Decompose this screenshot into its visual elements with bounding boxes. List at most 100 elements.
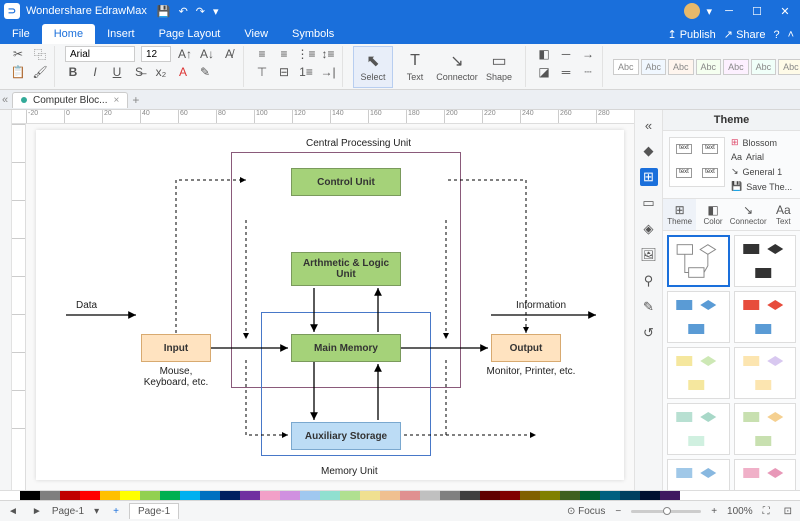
menu-file[interactable]: File (0, 24, 42, 44)
page-tab[interactable]: Page-1 (129, 503, 179, 519)
clear-format-icon[interactable]: A̸ (221, 46, 237, 62)
menu-symbols[interactable]: Symbols (280, 24, 346, 44)
highlight-icon[interactable]: ✎ (197, 64, 213, 80)
sidetool-format-icon[interactable]: ◆ (640, 142, 658, 160)
canvas-area[interactable]: -200204060801001201401601802002202402602… (12, 110, 634, 490)
subtab-text[interactable]: AaText (767, 199, 800, 230)
theme-item[interactable] (667, 459, 730, 490)
control-unit-box[interactable]: Control Unit (291, 168, 401, 196)
alu-box[interactable]: Arthmetic & Logic Unit (291, 252, 401, 286)
subtab-connector[interactable]: ↘Connector (730, 199, 767, 230)
maximize-button[interactable]: ☐ (746, 5, 768, 18)
style-preset-1[interactable]: Abc (613, 59, 639, 75)
fill-icon[interactable]: ◧ (536, 46, 552, 62)
qat-more-icon[interactable]: ▾ (213, 5, 219, 18)
numbering-icon[interactable]: 1≡ (298, 64, 314, 80)
sidetool-page-icon[interactable]: ▭ (640, 194, 658, 212)
align-top-icon[interactable]: ⊤ (254, 64, 270, 80)
undo-icon[interactable]: ↶ (179, 5, 188, 18)
subtab-color[interactable]: ◧Color (696, 199, 729, 230)
align-center-icon[interactable]: ≡ (276, 46, 292, 62)
prev-page-icon[interactable]: ◄ (4, 506, 22, 517)
sidetool-properties-icon[interactable]: « (640, 116, 658, 134)
subtab-theme[interactable]: ⊞Theme (663, 199, 696, 230)
main-memory-box[interactable]: Main Memory (291, 334, 401, 362)
theme-item[interactable] (734, 403, 797, 455)
fullscreen-icon[interactable]: ⊡ (780, 506, 796, 517)
menu-pagelayout[interactable]: Page Layout (147, 24, 233, 44)
align-left-icon[interactable]: ≡ (254, 46, 270, 62)
style-preset-3[interactable]: Abc (668, 59, 694, 75)
style-preset-6[interactable]: Abc (751, 59, 777, 75)
select-tool[interactable]: ⬉Select (353, 46, 393, 88)
focus-mode-button[interactable]: ⊙ Focus (567, 506, 605, 517)
italic-icon[interactable]: I (87, 64, 103, 80)
minimize-button[interactable]: ─ (718, 5, 740, 17)
menu-view[interactable]: View (232, 24, 280, 44)
input-box[interactable]: Input (141, 334, 211, 362)
cut-icon[interactable]: ✂ (10, 46, 26, 62)
style-preset-2[interactable]: Abc (641, 59, 667, 75)
theme-save-option[interactable]: 💾Save The... (731, 181, 794, 192)
theme-item[interactable] (734, 235, 797, 287)
share-button[interactable]: ↗ Share (724, 28, 766, 41)
zoom-out-button[interactable]: − (611, 506, 625, 517)
zoom-in-button[interactable]: + (707, 506, 721, 517)
sidetool-comment-icon[interactable]: ✎ (640, 298, 658, 316)
aux-storage-box[interactable]: Auxiliary Storage (291, 422, 401, 450)
theme-color-option[interactable]: ⊞Blossom (731, 137, 794, 148)
dash-style-icon[interactable]: ┈ (580, 64, 596, 80)
bullets-icon[interactable]: ⋮≡ (298, 46, 314, 62)
dropdown-icon[interactable]: ▾ (706, 5, 712, 18)
sidetool-link-icon[interactable]: ⚲ (640, 272, 658, 290)
text-tool[interactable]: TText (395, 46, 435, 88)
theme-item[interactable] (734, 459, 797, 490)
arrow-style-icon[interactable]: → (580, 46, 596, 62)
font-family-select[interactable] (65, 46, 135, 62)
sidetool-history-icon[interactable]: ↺ (640, 324, 658, 342)
help-icon[interactable]: ? (773, 29, 779, 41)
font-color-icon[interactable]: A (175, 64, 191, 80)
font-size-select[interactable] (141, 46, 171, 62)
menu-insert[interactable]: Insert (95, 24, 147, 44)
connector-tool[interactable]: ↘Connector (437, 46, 477, 88)
output-box[interactable]: Output (491, 334, 561, 362)
style-preset-4[interactable]: Abc (696, 59, 722, 75)
theme-connector-option[interactable]: ↘General 1 (731, 166, 794, 177)
increase-font-icon[interactable]: A↑ (177, 46, 193, 62)
shape-tool[interactable]: ▭Shape (479, 46, 519, 88)
align-mid-icon[interactable]: ⊟ (276, 64, 292, 80)
color-strip[interactable] (0, 490, 800, 500)
add-page-icon[interactable]: + (109, 506, 123, 517)
zoom-slider[interactable] (631, 510, 701, 513)
page[interactable]: Central Processing Unit Control Unit Art… (36, 130, 624, 480)
style-preset-5[interactable]: Abc (723, 59, 749, 75)
theme-item[interactable] (734, 347, 797, 399)
add-tab-button[interactable]: + (132, 93, 139, 107)
zoom-level[interactable]: 100% (727, 506, 753, 517)
line-icon[interactable]: ─ (558, 46, 574, 62)
underline-icon[interactable]: U (109, 64, 125, 80)
subscript-icon[interactable]: x₂ (153, 64, 169, 80)
theme-item[interactable] (667, 291, 730, 343)
format-painter-icon[interactable]: 🖌 (32, 64, 48, 80)
menu-home[interactable]: Home (42, 24, 95, 44)
theme-font-option[interactable]: AaArial (731, 152, 794, 162)
strike-icon[interactable]: S̶ (131, 64, 147, 80)
publish-button[interactable]: ↥ Publish (667, 28, 715, 41)
redo-icon[interactable]: ↷ (196, 5, 205, 18)
theme-item[interactable] (667, 235, 730, 287)
copy-icon[interactable]: ⿻ (32, 46, 48, 62)
line-spacing-icon[interactable]: ↕≡ (320, 46, 336, 62)
doc-tab[interactable]: Computer Bloc... × (12, 92, 128, 108)
tab-strip-collapse-icon[interactable]: « (2, 94, 12, 106)
close-button[interactable]: ✕ (774, 5, 796, 18)
bold-icon[interactable]: B (65, 64, 81, 80)
theme-item[interactable] (734, 291, 797, 343)
close-tab-icon[interactable]: × (113, 95, 119, 106)
save-icon[interactable]: 💾 (157, 5, 171, 18)
sidetool-layers-icon[interactable]: ◈ (640, 220, 658, 238)
line-weight-icon[interactable]: ═ (558, 64, 574, 80)
sidetool-theme-icon[interactable]: ⊞ (640, 168, 658, 186)
decrease-font-icon[interactable]: A↓ (199, 46, 215, 62)
